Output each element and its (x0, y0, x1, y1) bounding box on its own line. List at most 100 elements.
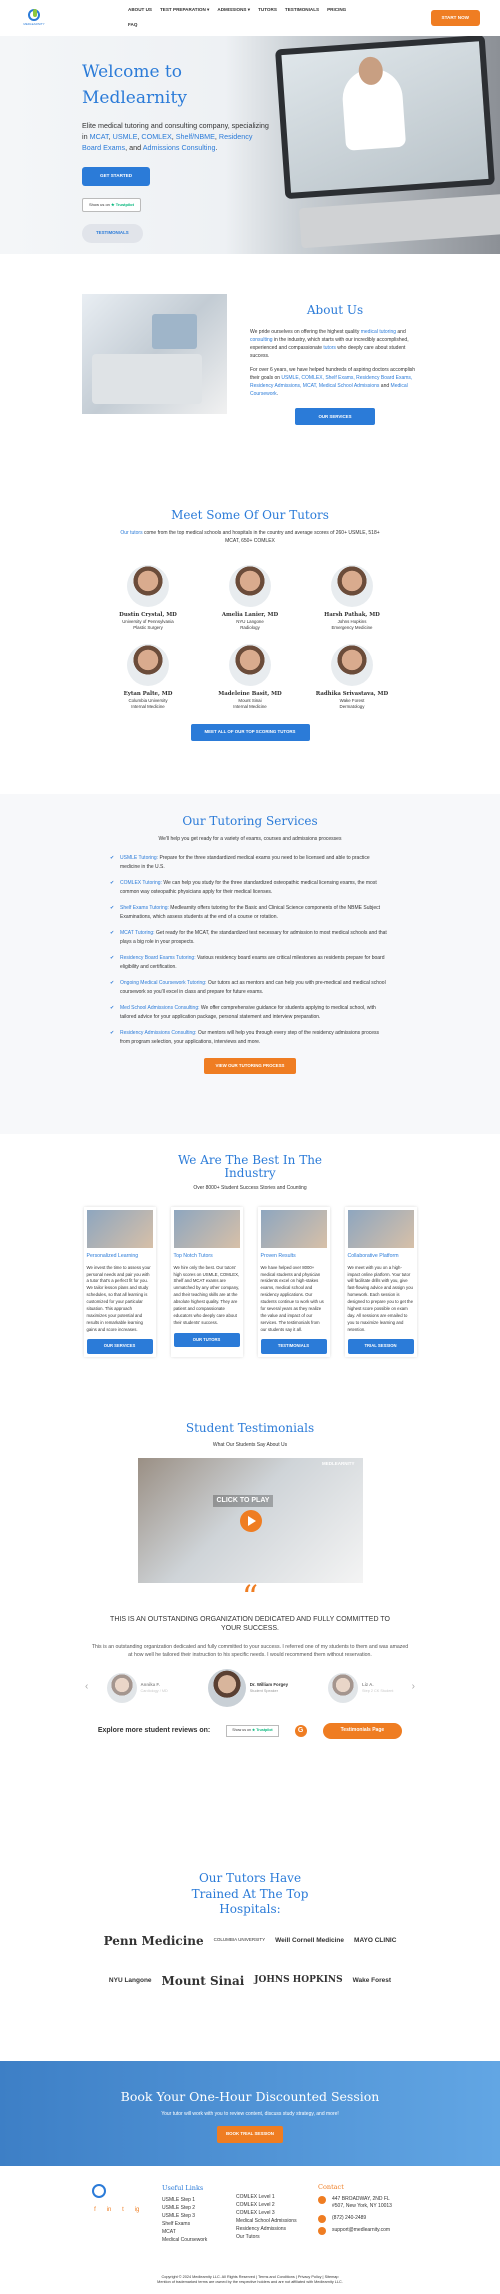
service-link[interactable]: Shelf Exams Tutoring: (120, 905, 169, 911)
about-image (82, 294, 227, 414)
footer-logo-icon[interactable] (92, 2184, 106, 2198)
linkedin-icon[interactable]: in (104, 2206, 114, 2215)
nav-tutors[interactable]: TUTORS (258, 7, 277, 14)
play-icon[interactable] (239, 1509, 262, 1532)
nav-about[interactable]: ABOUT US (128, 7, 152, 14)
email-icon (318, 2226, 326, 2235)
footer-link[interactable]: COMLEX Level 2 (236, 2201, 297, 2209)
meet-all-tutors-button[interactable]: MEET ALL OF OUR TOP SCORING TUTORS (190, 724, 310, 741)
footer-link[interactable]: COMLEX Level 3 (236, 2209, 297, 2217)
feature-card: Collaborative Platform We meet with you o… (344, 1206, 417, 1357)
footer-links-col-2: COMLEX Level 1 COMLEX Level 2 COMLEX Lev… (236, 2193, 297, 2241)
service-link[interactable]: Residency Admissions Consulting: (120, 1030, 196, 1036)
nav-admissions[interactable]: ADMISSIONS ▾ (217, 7, 250, 14)
hero-link-comlex[interactable]: COMLEX (141, 132, 171, 141)
get-started-button[interactable]: GET STARTED (82, 167, 151, 187)
about-link-tutoring[interactable]: medical tutoring (361, 329, 396, 335)
site-header: MEDLEARNITY ABOUT US TEST PREPARATION ▾ … (0, 0, 500, 36)
tutor-card[interactable]: Madeleine Basit, MD Mount Sinai Internal M… (204, 643, 296, 710)
contact-email[interactable]: support@medlearnity.com (332, 2227, 390, 2235)
service-link[interactable]: COMLEX Tutoring: (120, 880, 162, 886)
footer-link[interactable]: COMLEX Level 1 (236, 2193, 297, 2201)
testimonial-person[interactable]: Dr. William Forgey Student Speaker (207, 1669, 288, 1708)
phone-icon (318, 2214, 326, 2223)
tutor-card[interactable]: Radhika Srivastava, MD Wake Forest Dermato… (306, 643, 398, 710)
site-footer: f in t ig Useful Links USMLE Step 1 USML… (0, 2166, 500, 2294)
tutors-link[interactable]: Our tutors (120, 530, 142, 536)
our-services-button[interactable]: OUR SERVICES (295, 408, 375, 426)
chevron-left-icon[interactable]: ‹ (85, 1679, 88, 1694)
service-item: COMLEX Tutoring: We can help you study f… (110, 879, 390, 897)
tutor-specialty: Emergency Medicine (331, 625, 373, 631)
footer-link[interactable]: USMLE Step 1 (162, 2196, 207, 2204)
card-button[interactable]: OUR SERVICES (86, 1339, 153, 1354)
quote-title: THIS IS AN OUTSTANDING ORGANIZATION DEDI… (110, 1615, 390, 1632)
quote-body: This is an outstanding organization dedi… (91, 1643, 409, 1658)
about-link-tutors[interactable]: tutors (323, 345, 336, 351)
tutor-card[interactable]: Amelia Lanier, MD NYU Langone Radiology (204, 565, 296, 631)
footer-link[interactable]: Medical Coursework (162, 2236, 207, 2244)
feature-card: Personalized Learning We invest the time … (83, 1206, 156, 1357)
card-text: We hire only the best. Our tutors' high … (173, 1264, 240, 1325)
nav-pricing[interactable]: PRICING (327, 7, 346, 14)
trustpilot-badge[interactable]: Show us on ★ Trustpilot (226, 1725, 279, 1737)
footer-link[interactable]: Medical School Admissions (236, 2217, 297, 2225)
nav-testimonials[interactable]: TESTIMONIALS (285, 7, 319, 14)
footer-link[interactable]: USMLE Step 3 (162, 2212, 207, 2220)
testimonial-video[interactable]: MEDLEARNITY CLICK TO PLAY (137, 1457, 363, 1583)
service-link[interactable]: Residency Board Exams Tutoring: (120, 955, 196, 961)
footer-col-title: Useful Links (162, 2184, 204, 2192)
testimonial-person[interactable]: Annika F. Cardiology / MD (106, 1669, 168, 1707)
twitter-icon[interactable]: t (118, 2206, 128, 2215)
service-link[interactable]: MCAT Tutoring: (120, 930, 155, 936)
card-title: Proven Results (260, 1252, 296, 1259)
service-link[interactable]: Ongoing Medical Coursework Tutoring: (120, 980, 206, 986)
hero-link-mcat[interactable]: MCAT (90, 132, 109, 141)
facebook-icon[interactable]: f (90, 2206, 100, 2215)
footer-link[interactable]: Our Tutors (236, 2233, 297, 2241)
nav-faq[interactable]: FAQ (128, 22, 137, 29)
card-button[interactable]: TRIAL SESSION (347, 1339, 414, 1354)
nav-test-prep[interactable]: TEST PREPARATION ▾ (160, 7, 209, 14)
about-link-consulting[interactable]: consulting (250, 337, 273, 343)
footer-link[interactable]: Residency Admissions (236, 2225, 297, 2233)
card-button[interactable]: TESTIMONIALS (260, 1339, 327, 1354)
services-section: Our Tutoring Services We'll help you get… (0, 794, 500, 1134)
book-title: Book Your One-Hour Discounted Session (120, 2089, 380, 2104)
tutor-photo (331, 565, 373, 608)
testimonials-page-button[interactable]: Testimonials Page (322, 1723, 403, 1739)
testimonials-title: Student Testimonials (185, 1421, 315, 1435)
card-button[interactable]: OUR TUTORS (173, 1332, 240, 1347)
tutor-card[interactable]: Eytan Palte, MD Columbia University Intern… (102, 643, 194, 710)
hospital-logos-row-1: Penn Medicine COLUMBIA UNIVERSITY Weill … (0, 1932, 500, 1950)
service-link[interactable]: USMLE Tutoring: (120, 855, 158, 861)
tutor-card[interactable]: Harsh Pathak, MD Johns Hopkins Emergency M… (306, 565, 398, 631)
tutors-title: Meet Some Of Our Tutors (171, 508, 329, 522)
footer-link[interactable]: USMLE Step 2 (162, 2204, 207, 2212)
tutor-specialty: Radiology (240, 625, 260, 631)
tutor-photo (331, 643, 373, 686)
google-icon[interactable]: G (294, 1725, 307, 1738)
service-link[interactable]: Med School Admissions Consulting: (120, 1005, 200, 1011)
hero-link-usmle[interactable]: USMLE (113, 132, 138, 141)
hero-link-shelf[interactable]: Shelf/NBME (176, 132, 215, 141)
start-now-button[interactable]: START NOW (430, 9, 480, 27)
chevron-right-icon[interactable]: › (412, 1679, 415, 1694)
tutor-grid: Dustin Crystal, MD University of Pennsylv… (0, 565, 500, 710)
instagram-icon[interactable]: ig (132, 2206, 142, 2215)
footer-link[interactable]: MCAT (162, 2228, 207, 2236)
book-trial-button[interactable]: BOOK TRIAL SESSION (217, 2126, 283, 2143)
tutor-card[interactable]: Dustin Crystal, MD University of Pennsylv… (102, 565, 194, 631)
view-tutoring-process-button[interactable]: VIEW OUR TUTORING PROCESS (203, 1057, 297, 1075)
hero-link-admissions[interactable]: Admissions Consulting (143, 143, 216, 152)
contact-phone[interactable]: (872) 240-2489 (332, 2215, 366, 2223)
tutor-specialty: Plastic Surgery (133, 625, 163, 631)
trustpilot-badge[interactable]: Show us on ★ Trustpilot (82, 198, 141, 213)
tutor-specialty: Internal Medicine (131, 703, 165, 709)
tutor-name: Radhika Srivastava, MD (315, 690, 389, 697)
footer-link[interactable]: Shelf Exams (162, 2220, 207, 2228)
logo[interactable]: MEDLEARNITY (20, 6, 48, 30)
testimonial-person[interactable]: Liz A. Step 2 CK Student (328, 1669, 393, 1707)
service-item: Shelf Exams Tutoring: Medlearnity offers… (110, 904, 390, 922)
hero-testimonials-button[interactable]: TESTIMONIALS (82, 224, 143, 243)
